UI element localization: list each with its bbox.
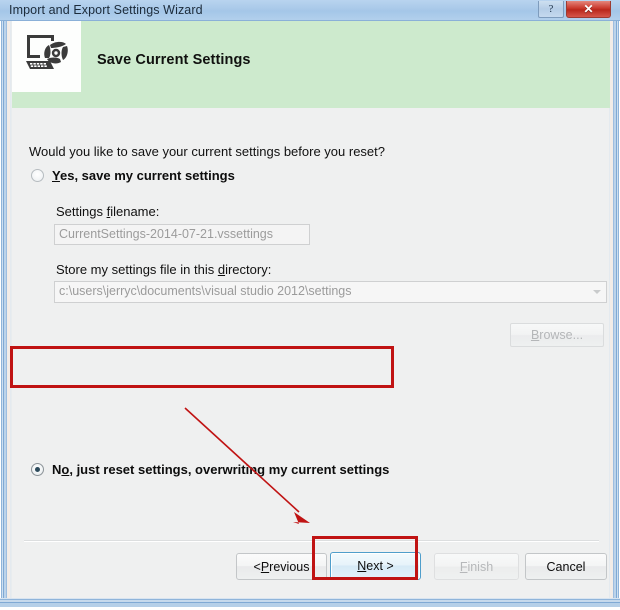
wizard-window: Import and Export Settings Wizard ? ✕ Sa… [0,0,620,610]
filename-label-part1: Settings [56,204,107,219]
wizard-header: Save Current Settings [12,21,610,108]
radio-no-part2: , just reset settings, overwriting my cu… [69,462,390,477]
accel-p: P [260,559,270,574]
radio-label-yes: Yes, save my current settings [52,168,235,183]
cancel-button[interactable]: Cancel [525,553,607,580]
footer-separator [24,540,599,542]
accel-fin: F [459,559,468,574]
accel-n: N [357,559,367,573]
header-icon-panel [12,21,81,92]
window-frame-bottom [0,598,620,610]
accel-d: d [217,262,226,277]
previous-prefix: < [253,559,261,574]
finish-suffix: inish [467,559,494,574]
help-button[interactable]: ? [538,1,564,18]
directory-label: Store my settings file in this directory… [56,262,271,277]
directory-label-part2: irectory: [225,262,272,277]
browse-label-rest: rowse... [539,328,584,342]
cancel-label: Cancel [546,559,586,574]
settings-directory-combobox[interactable]: c:\users\jerryc\documents\visual studio … [54,281,607,303]
page-title: Save Current Settings [97,52,251,68]
radio-yes-rest1: es [59,168,75,183]
accel-b: B [530,328,540,342]
next-suffix: ext > [366,559,394,573]
previous-suffix: revious [269,559,310,574]
accel-y: Y [52,168,60,183]
browse-button[interactable]: Browse... [510,323,604,347]
help-icon: ? [548,3,554,15]
filename-label-part2: ilename: [110,204,160,219]
window-frame-right [609,21,620,610]
close-button[interactable]: ✕ [566,1,611,18]
radio-save-settings-no[interactable]: No, just reset settings, overwriting my … [31,462,389,477]
chevron-down-icon[interactable] [588,283,605,301]
window-title: Import and Export Settings Wizard [9,3,203,17]
radio-indicator-off [31,169,44,182]
next-button[interactable]: Next > [330,552,421,580]
radio-save-settings-yes[interactable]: Yes, save my current settings [31,168,235,183]
radio-label-no: No, just reset settings, overwriting my … [52,462,389,477]
radio-indicator-on [31,463,44,476]
prompt-text: Would you like to save your current sett… [29,144,386,159]
export-settings-icon [26,35,68,69]
window-frame-left [0,21,11,610]
directory-label-part1: Store my settings file in this [56,262,218,277]
client-area: Save Current Settings Would you like to … [11,21,610,598]
filename-label: Settings filename: [56,204,159,219]
wizard-body: Would you like to save your current sett… [12,108,610,540]
close-icon: ✕ [583,1,594,16]
settings-filename-input[interactable]: CurrentSettings-2014-07-21.vssettings [54,224,310,245]
settings-directory-value: c:\users\jerryc\documents\visual studio … [59,284,352,298]
title-bar: Import and Export Settings Wizard ? ✕ [0,0,620,21]
previous-button[interactable]: < Previous [236,553,327,580]
finish-button[interactable]: Finish [434,553,519,580]
radio-yes-rest2: , save my current settings [74,168,235,183]
radio-no-part1: N [52,462,62,477]
